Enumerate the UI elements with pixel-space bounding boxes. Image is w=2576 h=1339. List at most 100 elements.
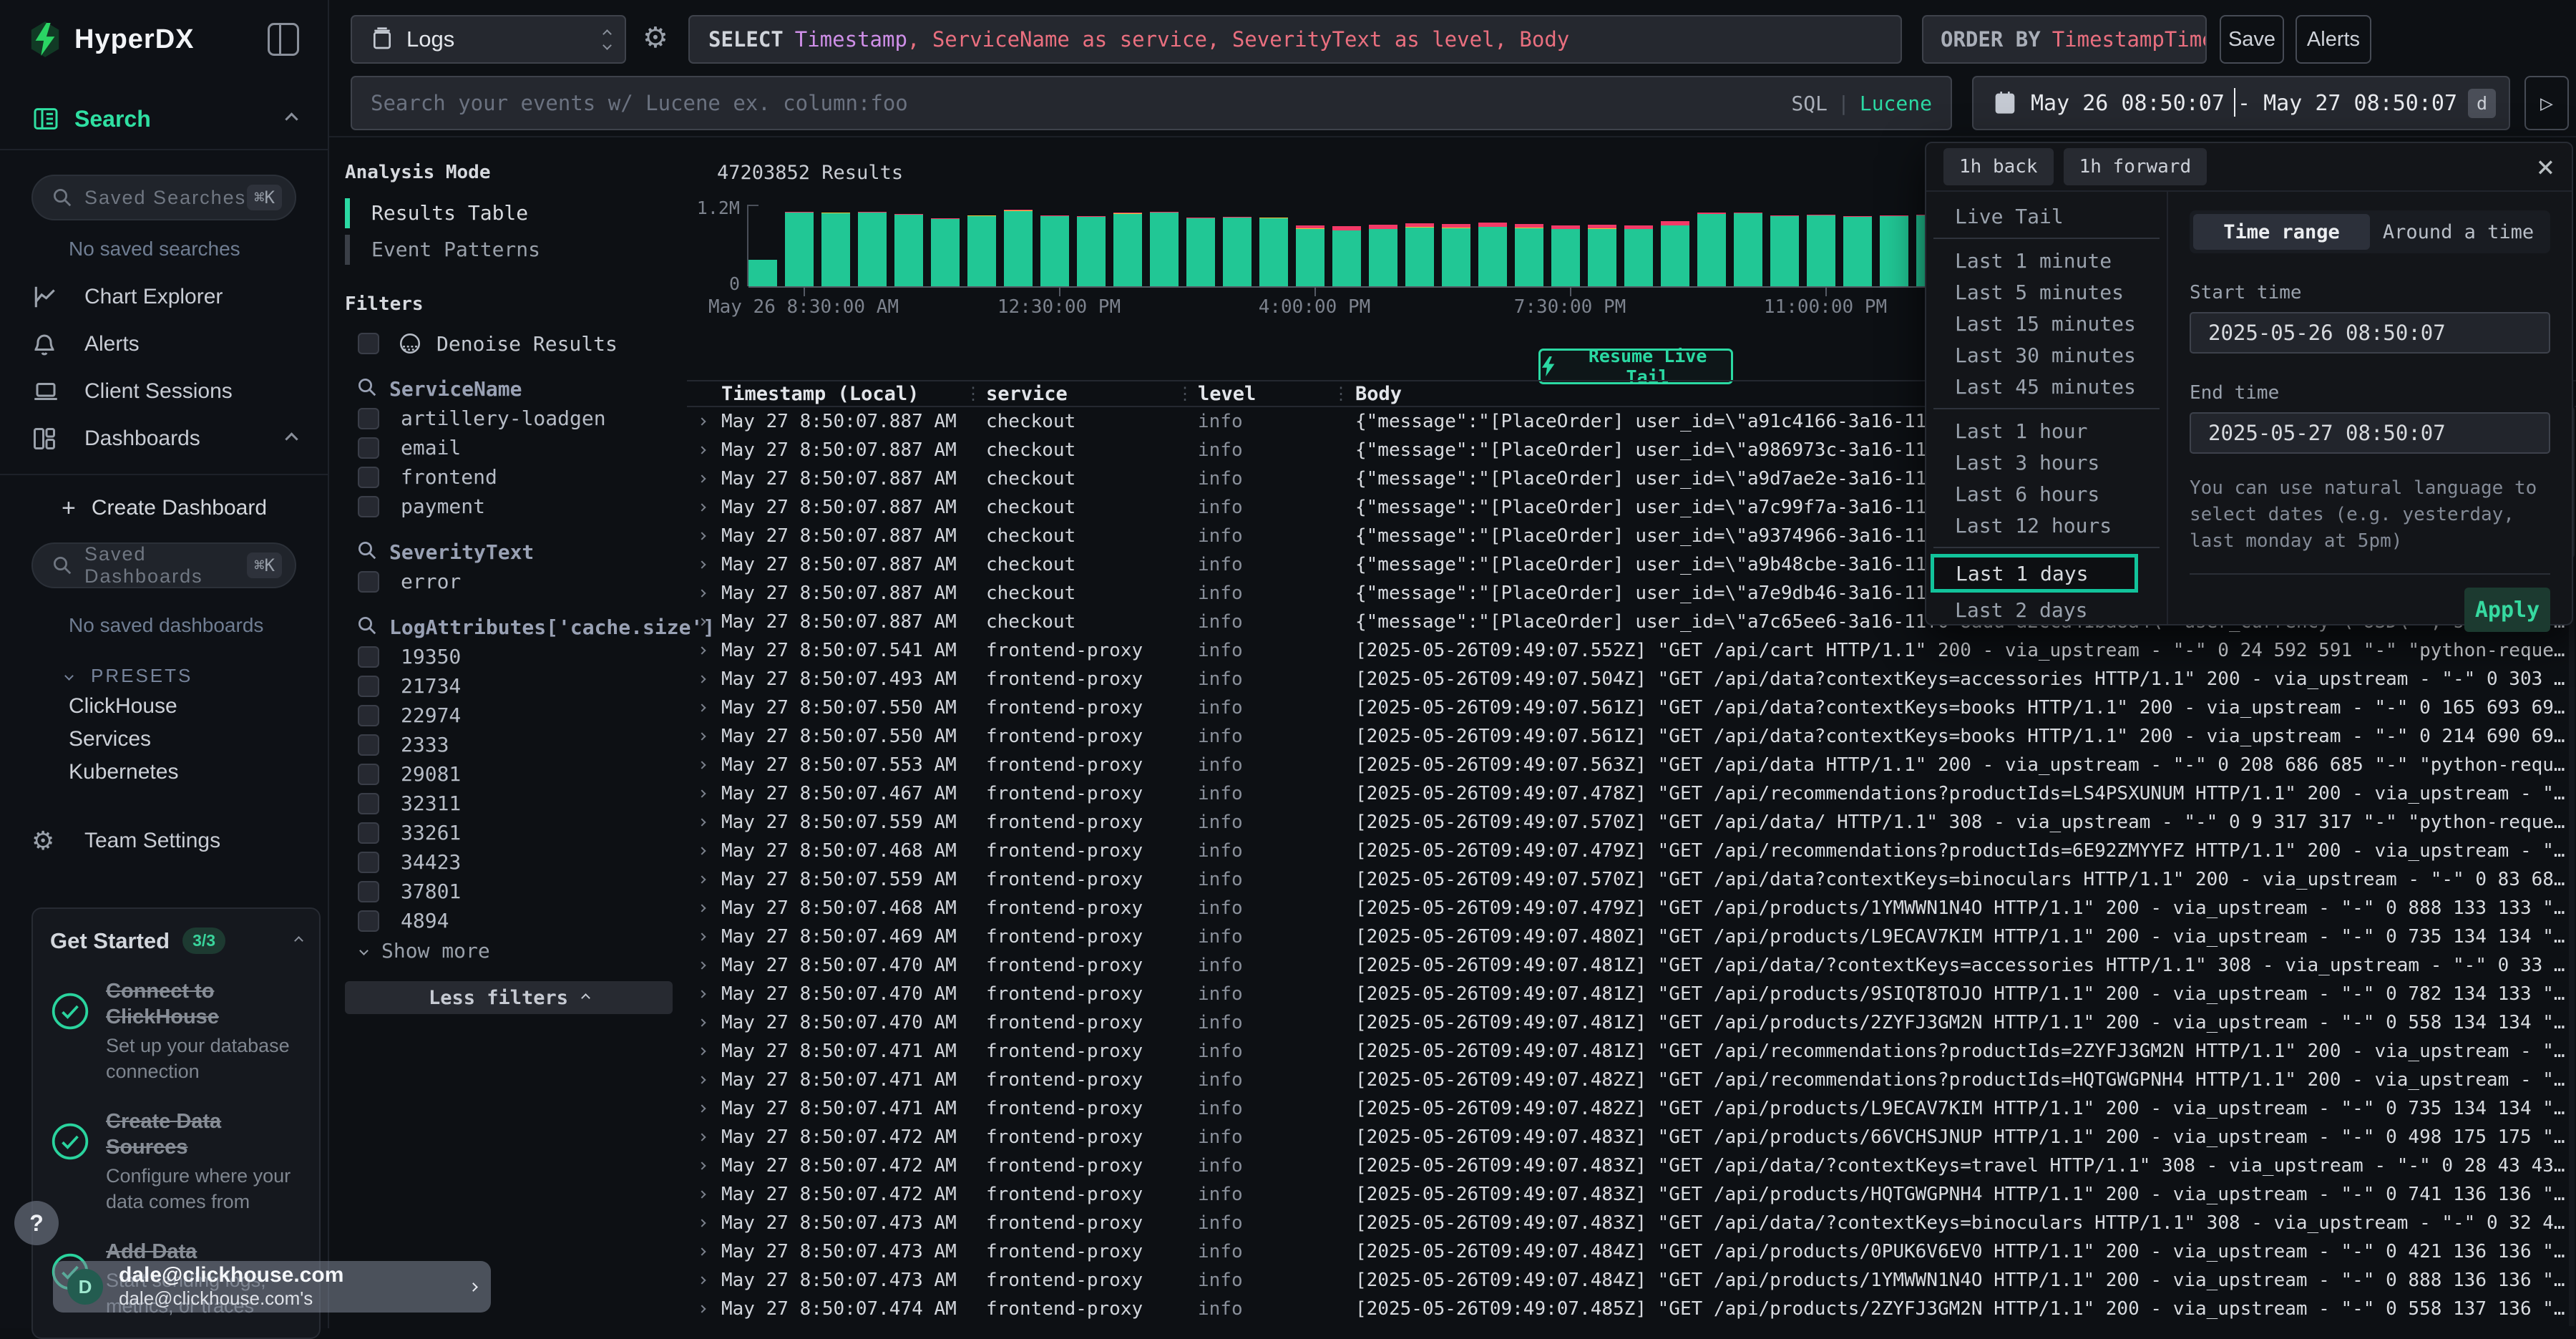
histogram-bar[interactable] bbox=[1880, 215, 1908, 286]
table-row[interactable]: May 27 8:50:07.550 AMfrontend-proxyinfo[… bbox=[687, 693, 2576, 722]
histogram-bar[interactable] bbox=[1405, 223, 1434, 286]
table-row[interactable]: May 27 8:50:07.553 AMfrontend-proxyinfo[… bbox=[687, 751, 2576, 779]
saved-searches-input[interactable]: Saved Searches ⌘K bbox=[31, 175, 296, 220]
table-row[interactable]: May 27 8:50:07.559 AMfrontend-proxyinfo[… bbox=[687, 865, 2576, 894]
expand-row-icon[interactable] bbox=[687, 963, 717, 968]
get-started-step[interactable]: Create Data SourcesConfigure where your … bbox=[50, 1109, 302, 1214]
expand-row-icon[interactable] bbox=[687, 819, 717, 825]
histogram-bar[interactable] bbox=[1770, 215, 1799, 286]
table-row[interactable]: May 27 8:50:07.470 AMfrontend-proxyinfo[… bbox=[687, 1008, 2576, 1037]
time-preset-last-1-hour[interactable]: Last 1 hour bbox=[1926, 415, 2167, 447]
histogram-bar[interactable] bbox=[1113, 213, 1142, 286]
histogram-bar[interactable] bbox=[785, 212, 814, 286]
histogram-bar[interactable] bbox=[1807, 215, 1835, 286]
sidebar-item-search[interactable]: Search bbox=[0, 96, 328, 142]
source-select[interactable]: Logs bbox=[351, 15, 626, 64]
histogram-bar[interactable] bbox=[821, 213, 850, 286]
expand-row-icon[interactable] bbox=[687, 1192, 717, 1197]
table-row[interactable]: May 27 8:50:07.473 AMfrontend-proxyinfo[… bbox=[687, 1209, 2576, 1237]
tab-time-range[interactable]: Time range bbox=[2193, 214, 2370, 250]
table-row[interactable]: May 27 8:50:07.472 AMfrontend-proxyinfo[… bbox=[687, 1180, 2576, 1209]
expand-row-icon[interactable] bbox=[687, 1020, 717, 1026]
sidebar-item-team-settings[interactable]: ⚙ Team Settings bbox=[0, 817, 328, 865]
alerts-button[interactable]: Alerts bbox=[2296, 15, 2371, 64]
expand-row-icon[interactable] bbox=[687, 905, 717, 911]
less-filters-button[interactable]: Less filters bbox=[345, 981, 673, 1014]
expand-row-icon[interactable] bbox=[687, 676, 717, 682]
search-input[interactable]: Search your events w/ Lucene ex. column:… bbox=[351, 76, 1952, 130]
search-icon[interactable] bbox=[356, 376, 378, 401]
table-row[interactable]: May 27 8:50:07.468 AMfrontend-proxyinfo[… bbox=[687, 837, 2576, 865]
filter-value-row[interactable]: 29081 bbox=[345, 759, 673, 789]
time-preset-live-tail[interactable]: Live Tail bbox=[1926, 200, 2167, 232]
filter-value-row[interactable]: 4894 bbox=[345, 906, 673, 935]
sql-toggle[interactable]: SQL bbox=[1791, 92, 1828, 115]
histogram-bar[interactable] bbox=[1150, 212, 1179, 286]
tab-around-a-time[interactable]: Around a time bbox=[2370, 214, 2547, 250]
start-time-input[interactable]: 2025-05-26 08:50:07 bbox=[2190, 312, 2550, 354]
time-preset-last-45-minutes[interactable]: Last 45 minutes bbox=[1926, 371, 2167, 402]
saved-dashboards-input[interactable]: Saved Dashboards ⌘K bbox=[31, 542, 296, 588]
search-icon[interactable] bbox=[356, 615, 378, 639]
histogram-bar[interactable] bbox=[967, 215, 996, 286]
table-row[interactable]: May 27 8:50:07.559 AMfrontend-proxyinfo[… bbox=[687, 808, 2576, 837]
expand-row-icon[interactable] bbox=[687, 705, 717, 711]
analysis-mode-results-table[interactable]: Results Table bbox=[345, 195, 673, 231]
table-row[interactable]: May 27 8:50:07.541 AMfrontend-proxyinfo[… bbox=[687, 636, 2576, 665]
expand-row-icon[interactable] bbox=[687, 1306, 717, 1312]
checkbox[interactable] bbox=[358, 333, 379, 354]
time-preset-last-1-days[interactable]: Last 1 days bbox=[1931, 554, 2138, 593]
histogram-bar[interactable] bbox=[1186, 218, 1215, 286]
table-row[interactable]: May 27 8:50:07.471 AMfrontend-proxyinfo[… bbox=[687, 1066, 2576, 1094]
source-settings-gear-icon[interactable]: ⚙ bbox=[643, 21, 668, 54]
presets-toggle[interactable]: PRESETS bbox=[66, 661, 296, 690]
filter-value-row[interactable]: 37801 bbox=[345, 877, 673, 906]
table-row[interactable]: May 27 8:50:07.471 AMfrontend-proxyinfo[… bbox=[687, 1037, 2576, 1066]
expand-row-icon[interactable] bbox=[687, 877, 717, 882]
order-by-editor[interactable]: ORDER BY TimestampTime DESC bbox=[1922, 15, 2207, 64]
histogram-bar[interactable] bbox=[1332, 226, 1361, 286]
time-preset-last-1-minute[interactable]: Last 1 minute bbox=[1926, 245, 2167, 276]
table-row[interactable]: May 27 8:50:07.470 AMfrontend-proxyinfo[… bbox=[687, 980, 2576, 1008]
histogram-bar[interactable] bbox=[1551, 225, 1580, 286]
time-preset-last-6-hours[interactable]: Last 6 hours bbox=[1926, 478, 2167, 510]
chevron-up-icon[interactable] bbox=[294, 936, 303, 945]
histogram-bar[interactable] bbox=[748, 260, 777, 286]
expand-row-icon[interactable] bbox=[687, 533, 717, 539]
histogram-bar[interactable] bbox=[1843, 216, 1872, 286]
table-row[interactable]: May 27 8:50:07.467 AMfrontend-proxyinfo[… bbox=[687, 779, 2576, 808]
close-icon[interactable]: × bbox=[2537, 152, 2555, 182]
save-button[interactable]: Save bbox=[2220, 15, 2284, 64]
filter-value-row[interactable]: 21734 bbox=[345, 671, 673, 701]
histogram-bar[interactable] bbox=[1624, 225, 1653, 286]
checkbox[interactable] bbox=[358, 467, 379, 488]
sidebar-item-dashboards[interactable]: Dashboards bbox=[0, 415, 328, 462]
histogram-bar[interactable] bbox=[1734, 213, 1762, 286]
filter-value-row[interactable]: 32311 bbox=[345, 789, 673, 818]
filter-value-row[interactable]: 2333 bbox=[345, 730, 673, 759]
expand-row-icon[interactable] bbox=[687, 419, 717, 424]
sidebar-item-client-sessions[interactable]: Client Sessions bbox=[0, 368, 328, 415]
expand-row-icon[interactable] bbox=[687, 562, 717, 568]
table-row[interactable]: May 27 8:50:07.550 AMfrontend-proxyinfo[… bbox=[687, 722, 2576, 751]
histogram-bar[interactable] bbox=[1478, 223, 1507, 286]
table-row[interactable]: May 27 8:50:07.472 AMfrontend-proxyinfo[… bbox=[687, 1151, 2576, 1180]
expand-row-icon[interactable] bbox=[687, 1077, 717, 1083]
histogram-bar[interactable] bbox=[931, 218, 960, 286]
histogram-bar[interactable] bbox=[1259, 218, 1288, 286]
checkbox[interactable] bbox=[358, 910, 379, 932]
expand-row-icon[interactable] bbox=[687, 1249, 717, 1255]
preset-dashboard-services[interactable]: Services bbox=[0, 723, 328, 756]
language-toggle[interactable]: SQL|Lucene bbox=[1791, 92, 1932, 115]
checkbox[interactable] bbox=[358, 437, 379, 459]
sidebar-item-chart-explorer[interactable]: Chart Explorer bbox=[0, 273, 328, 321]
expand-row-icon[interactable] bbox=[687, 991, 717, 997]
checkbox[interactable] bbox=[358, 793, 379, 814]
checkbox[interactable] bbox=[358, 852, 379, 873]
table-row[interactable]: May 27 8:50:07.473 AMfrontend-proxyinfo[… bbox=[687, 1237, 2576, 1266]
histogram-bar[interactable] bbox=[1515, 224, 1543, 286]
column-header-service[interactable]: service bbox=[982, 383, 1194, 405]
resume-live-tail-button[interactable]: Resume Live Tail bbox=[1538, 349, 1733, 384]
filter-value-row[interactable]: email bbox=[345, 433, 673, 462]
histogram-bar[interactable] bbox=[1369, 225, 1397, 286]
